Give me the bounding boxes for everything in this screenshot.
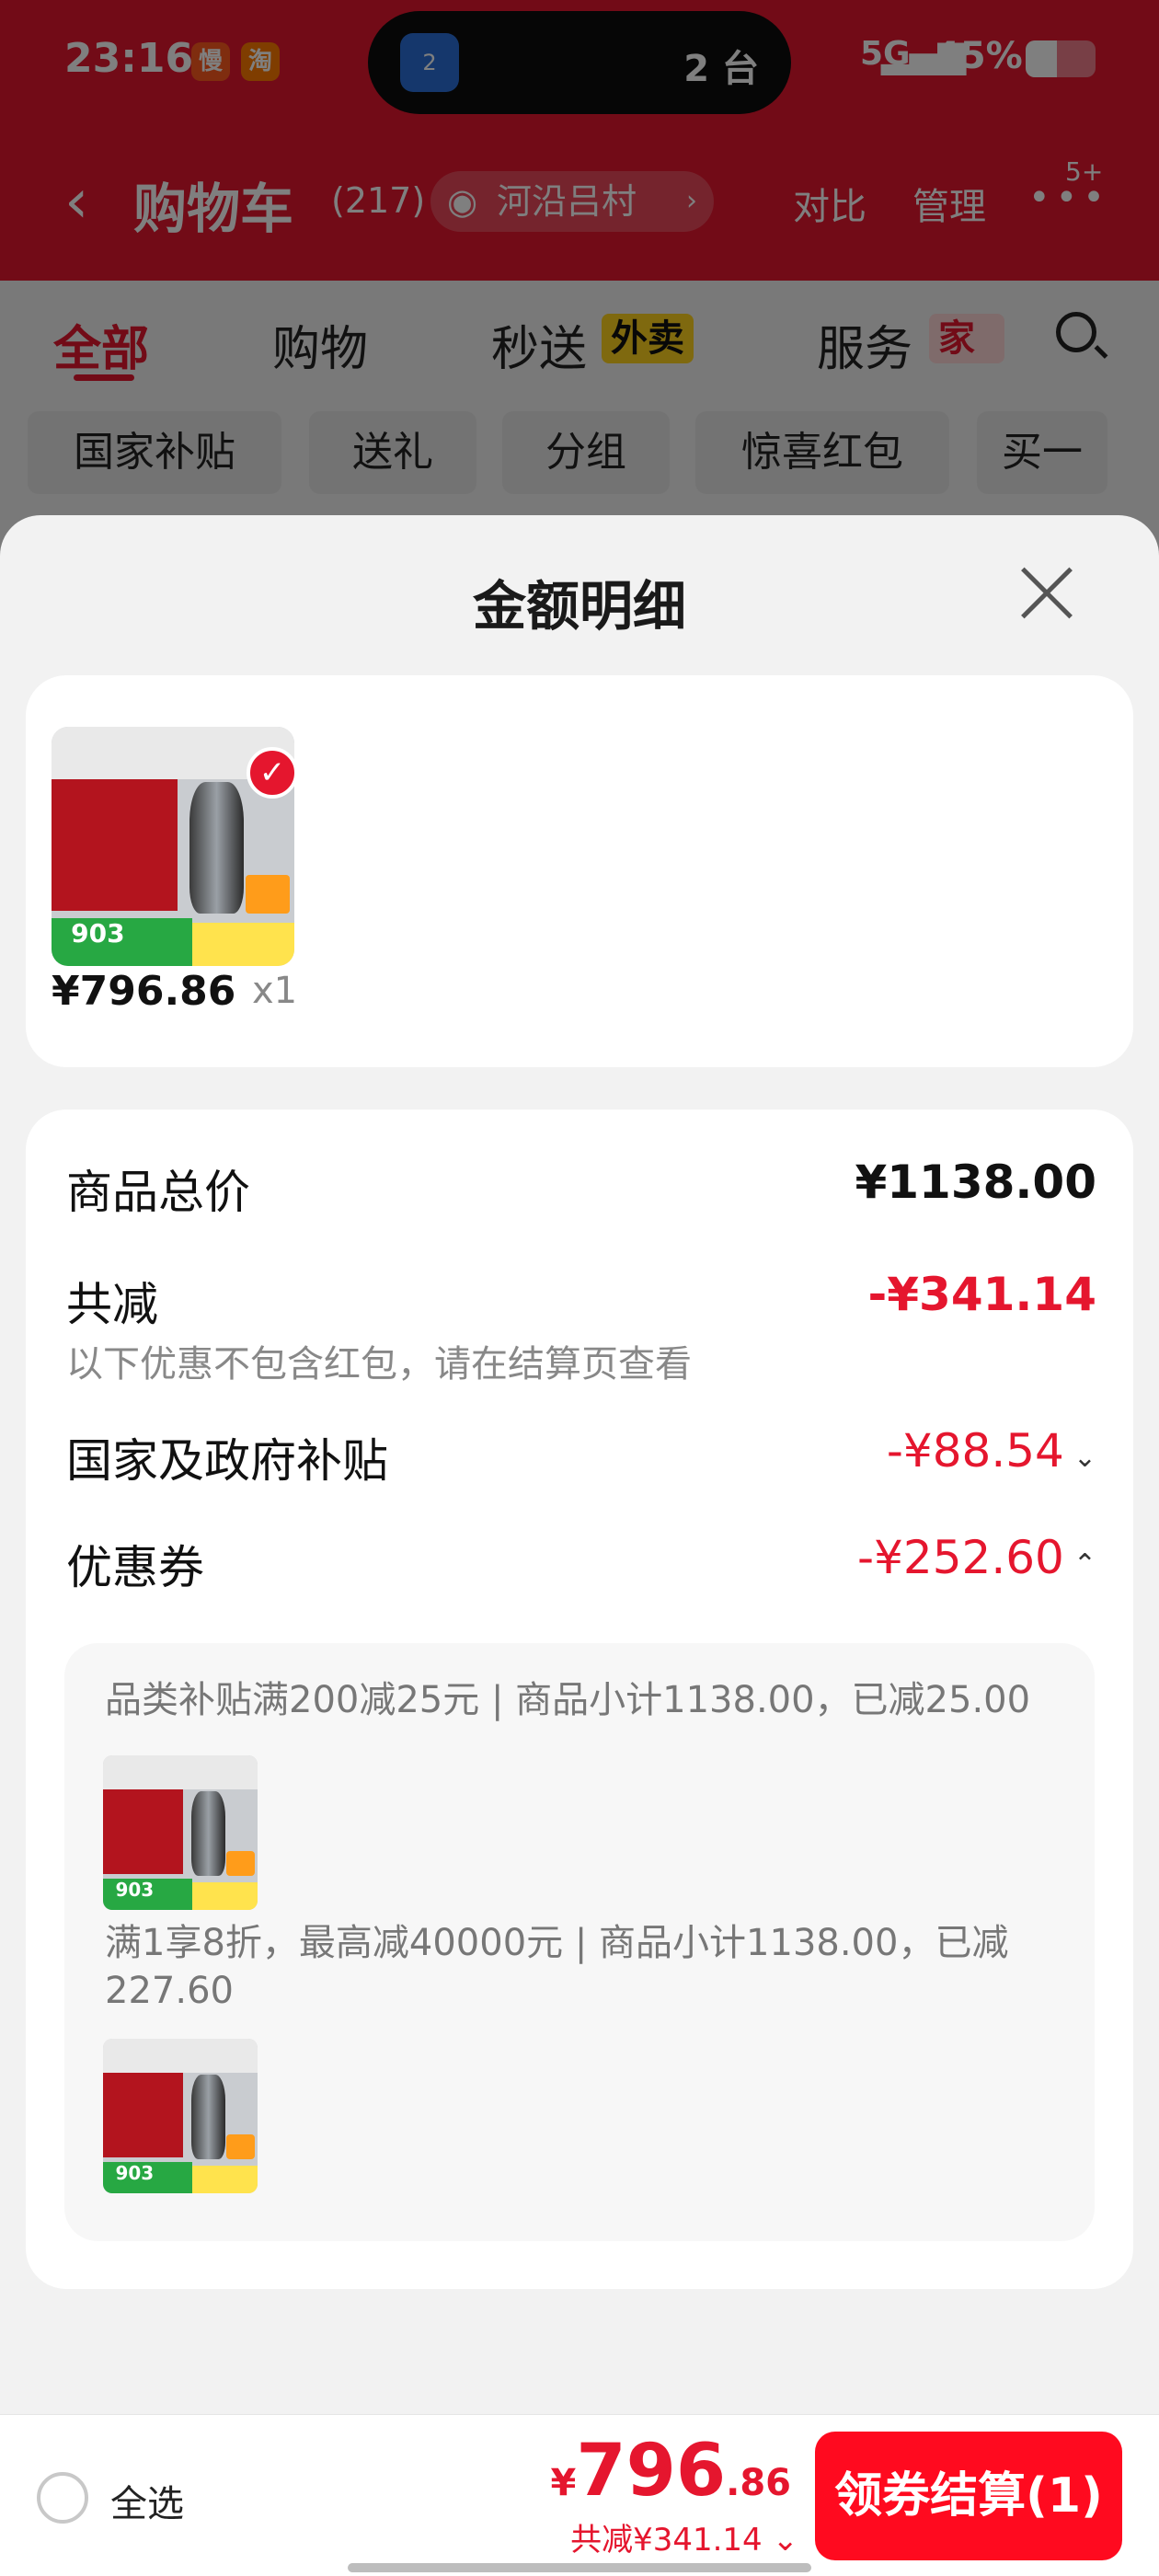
chevron-down-icon: ⌄ [1073,1442,1096,1474]
subtotal-label: 商品总价 [66,1166,250,1219]
home-indicator[interactable] [348,2563,811,2572]
chevron-up-icon: ⌃ [1073,1548,1096,1581]
reduction-note: 以下优惠不包含红包，请在结算页查看 [66,1343,692,1386]
coupon-1-product-thumbnail: 903 [103,1755,258,1910]
close-icon[interactable] [1016,563,1077,624]
amount-detail-sheet: 金额明细 903 ✓ ¥796.86 x1 商品总价 ¥1138.00 共减 -… [0,515,1159,2576]
coupon-line-2: 满1享8折，最高减40000元 | 商品小计1138.00，已减227.60 [105,1922,1009,2012]
modal-backdrop[interactable] [0,0,1159,520]
subsidy-row-toggle[interactable]: -¥88.54 ⌄ [887,1424,1096,1478]
total-price: ¥796.86 [550,2430,791,2513]
reduction-label: 共减 [66,1278,158,1331]
coupon-details: 品类补贴满200减25元 | 商品小计1138.00，已减25.00 903 满… [64,1643,1095,2241]
coupon-label: 优惠券 [66,1541,204,1594]
item-price: ¥796.86 [52,968,236,1015]
product-card: 903 ✓ ¥796.86 x1 [26,675,1133,1067]
price-breakdown-card: 商品总价 ¥1138.00 共减 -¥341.14 以下优惠不包含红包，请在结算… [26,1110,1133,2289]
product-thumbnail[interactable]: 903 ✓ [52,727,294,966]
item-quantity: x1 [252,970,298,1012]
coupon-2-product-thumbnail: 903 [103,2039,258,2193]
sheet-title: 金额明细 [472,575,686,638]
subsidy-value: -¥88.54 [886,1424,1064,1478]
checked-icon[interactable]: ✓ [247,747,294,799]
checkout-bar: 全选 ¥796.86 共减¥341.14 ⌄ 领券结算(1) [0,2414,1159,2576]
coupon-row-toggle[interactable]: -¥252.60 ⌃ [857,1531,1096,1584]
saved-amount-toggle[interactable]: 共减¥341.14 ⌄ [570,2514,798,2559]
checkout-button[interactable]: 领券结算(1) [815,2432,1122,2560]
subsidy-label: 国家及政府补贴 [66,1434,388,1488]
select-all-checkbox[interactable] [37,2472,88,2524]
coupon-value: -¥252.60 [857,1531,1064,1584]
select-all-label[interactable]: 全选 [110,2474,184,2527]
subtotal-value: ¥1138.00 [855,1156,1096,1209]
reduction-value: -¥341.14 [867,1268,1097,1321]
coupon-line-1: 品类补贴满200减25元 | 商品小计1138.00，已减25.00 [105,1679,1031,1721]
